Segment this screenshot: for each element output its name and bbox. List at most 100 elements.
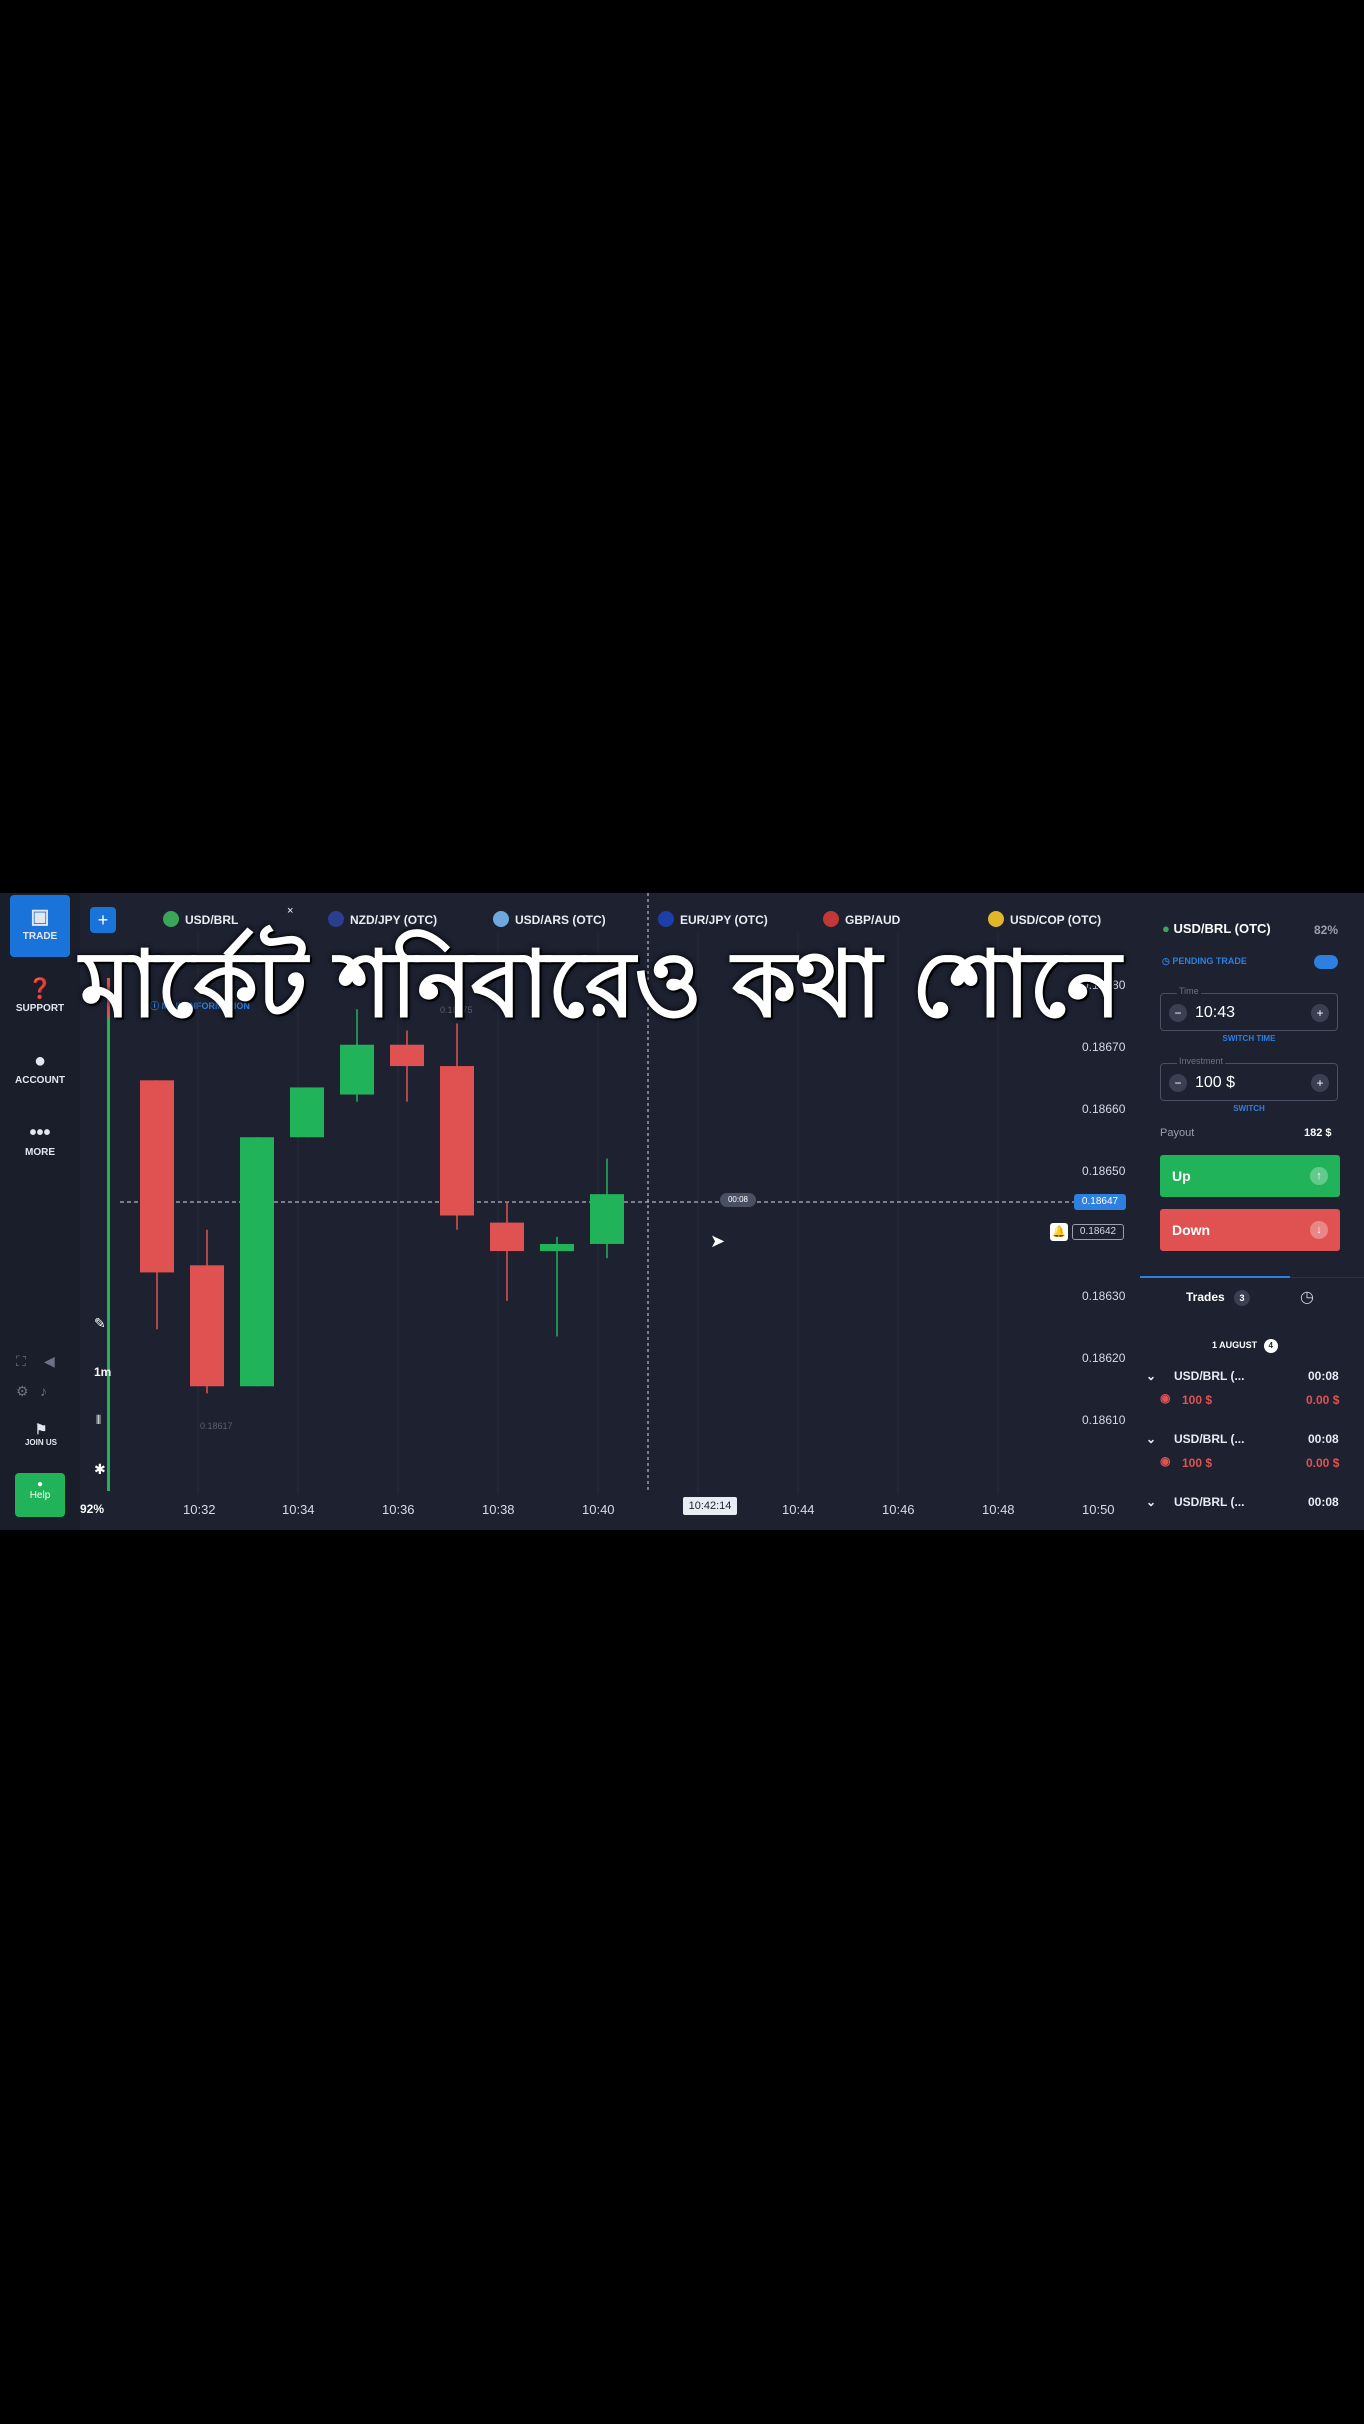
trade-row[interactable]: ⌄ USD/BRL (... 00:08 ◉ 100 $ 0.00 $ xyxy=(1140,1369,1364,1429)
asset-payout: 82% xyxy=(1314,923,1339,937)
arrow-down-icon: ↓ xyxy=(1310,1221,1328,1239)
down-button[interactable]: Down ↓ xyxy=(1160,1209,1340,1251)
investment-value[interactable]: 100 $ xyxy=(1195,1074,1235,1092)
sidebar-item-label: ACCOUNT xyxy=(15,1075,65,1086)
x-tick: 10:50 xyxy=(1082,1502,1115,1517)
trade-asset: USD/BRL (... xyxy=(1174,1495,1245,1509)
join-us-label: JOIN US xyxy=(24,1438,57,1447)
x-tick: 10:32 xyxy=(183,1502,216,1517)
time-minus-button[interactable]: − xyxy=(1169,1004,1187,1022)
candle-body xyxy=(140,1080,174,1273)
candle-body xyxy=(590,1194,624,1244)
trades-count-badge: 3 xyxy=(1234,1290,1251,1306)
x-tick: 10:40 xyxy=(582,1502,615,1517)
candle-body xyxy=(490,1222,524,1252)
date-group-label: 1 AUGUST 4 xyxy=(1212,1339,1278,1353)
down-indicator-icon: ◉ xyxy=(1160,1391,1171,1405)
current-price-label: 0.18647 xyxy=(1074,1194,1126,1210)
trade-row[interactable]: ⌄ USD/BRL (... 00:08 xyxy=(1140,1495,1364,1530)
indicator-icon[interactable]: ✱ xyxy=(94,1461,106,1478)
video-caption: মার্কেট শনিবারেও কথা শোনে xyxy=(80,931,1121,1038)
candle-body xyxy=(440,1066,474,1216)
down-indicator-icon: ◉ xyxy=(1160,1454,1171,1468)
fullscreen-icon[interactable]: ⛶ xyxy=(16,1353,26,1370)
x-tick: 10:48 xyxy=(982,1502,1015,1517)
trades-tab-indicator xyxy=(1140,1276,1290,1278)
trade-result: 0.00 $ xyxy=(1306,1393,1340,1407)
date-label: 1 AUGUST xyxy=(1212,1340,1258,1350)
investment-minus-button[interactable]: − xyxy=(1169,1074,1187,1092)
sound-icon[interactable]: ♪ xyxy=(40,1383,47,1399)
pencil-icon[interactable]: ✎ xyxy=(94,1315,106,1332)
mouse-cursor-icon: ➤ xyxy=(710,1231,726,1251)
trade-result: 0.00 $ xyxy=(1306,1456,1340,1470)
chevron-down-icon[interactable]: ⌄ xyxy=(1146,1495,1156,1509)
sidebar-item-label: SUPPORT xyxy=(15,1003,65,1014)
candle-body xyxy=(290,1087,324,1138)
sidebar-item-account[interactable]: ● ACCOUNT xyxy=(10,1039,70,1101)
user-icon: ● xyxy=(33,1050,47,1072)
x-tick: 10:34 xyxy=(282,1502,315,1517)
trades-label: Trades xyxy=(1186,1290,1225,1304)
trade-asset: USD/BRL (... xyxy=(1174,1432,1245,1446)
chevron-down-icon[interactable]: ⌄ xyxy=(1146,1369,1156,1383)
down-label: Down xyxy=(1172,1222,1211,1238)
back-icon[interactable]: ◀ xyxy=(44,1353,55,1370)
candle-body xyxy=(240,1137,274,1387)
candle-type-icon[interactable]: ⫴ xyxy=(96,1413,101,1428)
pending-label: PENDING TRADE xyxy=(1172,956,1247,966)
sidebar: ▣ TRADE ❓ SUPPORT ● ACCOUNT ••• MORE ⛶ ◀… xyxy=(0,893,80,1530)
pending-trade-toggle-label: ◷ PENDING TRADE xyxy=(1162,956,1247,967)
y-tick: 0.18630 xyxy=(1082,1289,1126,1303)
zoom-label: 92% xyxy=(80,1502,105,1516)
investment-label: Investment xyxy=(1177,1056,1226,1066)
time-field[interactable]: Time − 10:43 + xyxy=(1160,986,1338,1031)
trade-panel: ● USD/BRL (OTC) 82% ◷ PENDING TRADE Time… xyxy=(1140,893,1364,1530)
chat-icon: ● xyxy=(36,1479,44,1490)
sidebar-item-label: MORE xyxy=(25,1147,55,1158)
x-tick: 10:44 xyxy=(782,1502,815,1517)
candle-body xyxy=(540,1243,574,1252)
up-button[interactable]: Up ↑ xyxy=(1160,1155,1340,1197)
trades-tab[interactable]: Trades 3 xyxy=(1186,1290,1251,1306)
time-value[interactable]: 10:43 xyxy=(1195,1004,1235,1022)
up-label: Up xyxy=(1172,1168,1191,1184)
low-price-label: 0.18617 xyxy=(200,1421,233,1431)
alert-bell-icon[interactable]: 🔔 xyxy=(1050,1223,1068,1241)
history-clock-icon[interactable]: ◷ xyxy=(1300,1287,1314,1307)
trade-amount: 100 $ xyxy=(1182,1456,1213,1470)
y-tick: 0.18650 xyxy=(1082,1164,1126,1178)
investment-plus-button[interactable]: + xyxy=(1311,1074,1329,1092)
marker-price-label: 0.18642 xyxy=(1072,1224,1124,1240)
chevron-down-icon[interactable]: ⌄ xyxy=(1146,1432,1156,1446)
payout-label: Payout xyxy=(1160,1127,1195,1139)
trade-amount: 100 $ xyxy=(1182,1393,1213,1407)
x-tick: 10:36 xyxy=(382,1502,415,1517)
trade-time: 00:08 xyxy=(1308,1432,1339,1446)
trade-time: 00:08 xyxy=(1308,1369,1339,1383)
pending-trade-toggle[interactable] xyxy=(1314,955,1338,969)
trade-time: 00:08 xyxy=(1308,1495,1339,1509)
arrow-up-icon: ↑ xyxy=(1310,1167,1328,1185)
sidebar-item-trade[interactable]: ▣ TRADE xyxy=(10,895,70,957)
settings-icon[interactable]: ⚙ xyxy=(16,1383,29,1400)
date-count-badge: 4 xyxy=(1263,1339,1278,1353)
switch-link[interactable]: SWITCH xyxy=(1160,1104,1338,1113)
timeframe-button[interactable]: 1m xyxy=(94,1365,111,1379)
trade-row[interactable]: ⌄ USD/BRL (... 00:08 ◉ 100 $ 0.00 $ xyxy=(1140,1432,1364,1492)
help-label: Help xyxy=(29,1490,51,1501)
x-tick: 10:38 xyxy=(482,1502,515,1517)
asset-header[interactable]: ● USD/BRL (OTC) xyxy=(1162,921,1271,936)
payout-value: 182 $ xyxy=(1304,1127,1332,1139)
sidebar-item-more[interactable]: ••• MORE xyxy=(10,1111,70,1173)
asset-name: USD/BRL (OTC) xyxy=(1173,921,1271,936)
join-us-button[interactable]: ⚑ JOIN US xyxy=(16,1421,66,1447)
flag-icon: ⚑ xyxy=(34,1421,48,1437)
y-tick: 0.18620 xyxy=(1082,1351,1126,1365)
switch-time-link[interactable]: SWITCH TIME xyxy=(1160,1034,1338,1043)
time-plus-button[interactable]: + xyxy=(1311,1004,1329,1022)
sidebar-item-label: TRADE xyxy=(22,931,58,942)
sidebar-item-support[interactable]: ❓ SUPPORT xyxy=(10,967,70,1029)
help-button[interactable]: ● Help xyxy=(15,1473,65,1517)
investment-field[interactable]: Investment − 100 $ + xyxy=(1160,1056,1338,1101)
